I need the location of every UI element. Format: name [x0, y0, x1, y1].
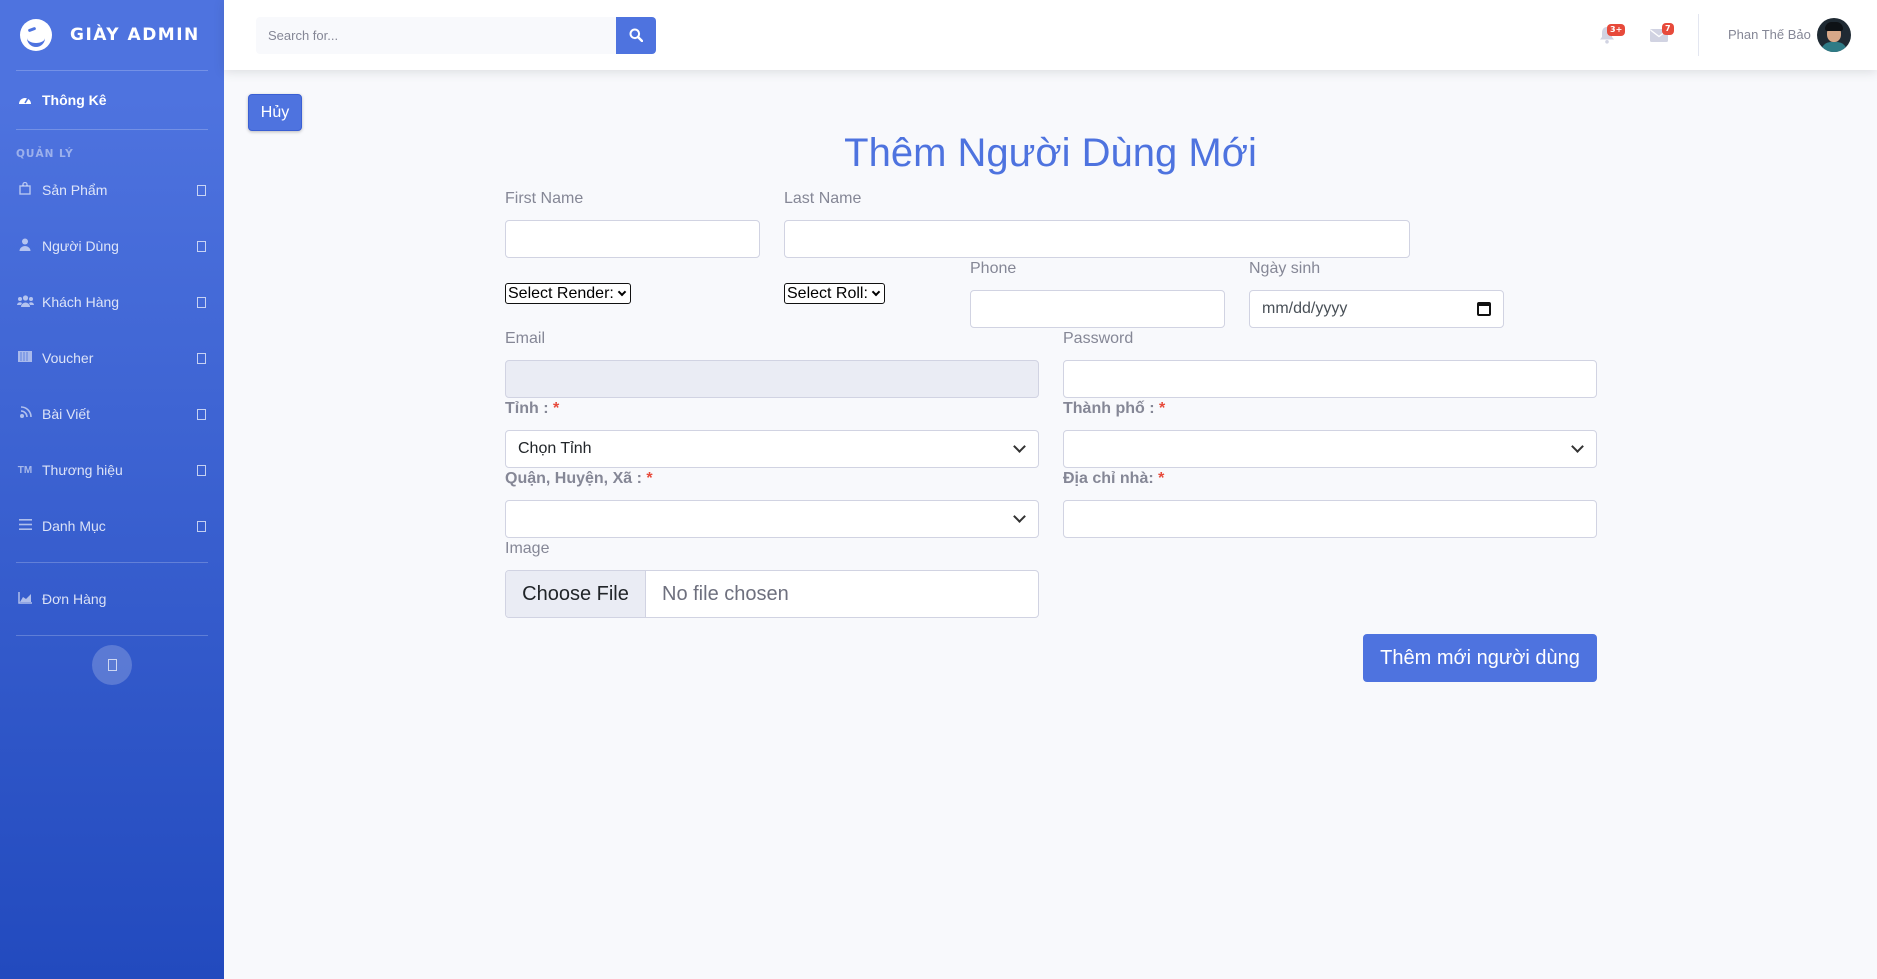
cancel-button[interactable]: Hủy — [248, 94, 302, 131]
users-icon — [16, 294, 34, 310]
district-select[interactable] — [505, 500, 1039, 538]
sidebar-item-label: Người Dùng — [42, 238, 119, 254]
phone-field[interactable] — [970, 290, 1225, 328]
messages-badge: 7 — [1662, 23, 1674, 35]
province-select[interactable]: Chọn Tỉnh — [505, 430, 1039, 468]
brand[interactable]: GIÀY ADMIN — [0, 0, 224, 70]
sidebar-item-voucher[interactable]: Voucher — [0, 330, 224, 386]
image-file-input[interactable]: Choose File No file chosen — [505, 570, 1039, 618]
laugh-wink-icon — [20, 19, 52, 51]
chevron-down-icon — [871, 287, 881, 296]
address-label: Địa chỉ nhà: * — [1063, 470, 1165, 487]
sidebar-item-posts[interactable]: Bài Viết — [0, 386, 224, 442]
first-name-label: First Name — [505, 190, 584, 207]
page-title: Thêm Người Dùng Mới — [844, 131, 1257, 175]
user-name[interactable]: Phan Thế Bảo — [1728, 27, 1811, 42]
alerts-badge: 3+ — [1607, 24, 1626, 36]
city-label: Thành phố : * — [1063, 400, 1166, 417]
list-icon — [16, 519, 34, 533]
alerts-dropdown[interactable]: 3+ — [1597, 24, 1626, 46]
topbar: 3+ 7 Phan Thế Bảo — [224, 0, 1877, 70]
file-status: No file chosen — [662, 582, 789, 605]
role-select[interactable]: Select Roll: — [784, 283, 885, 304]
search-input[interactable] — [256, 17, 616, 54]
chart-area-icon — [16, 591, 34, 607]
choose-file-button[interactable]: Choose File — [506, 571, 646, 617]
role-select-value: Select Roll: — [787, 284, 868, 302]
password-label: Password — [1063, 330, 1134, 347]
sidebar-item-label: Bài Viết — [42, 406, 90, 422]
search-icon — [629, 28, 643, 42]
sidebar-item-label: Thông Kê — [42, 92, 107, 108]
sidebar-item-label: Sản Phẩm — [42, 182, 108, 198]
email-field[interactable] — [505, 360, 1039, 398]
address-field[interactable] — [1063, 500, 1597, 538]
chevron-down-icon — [1013, 440, 1026, 453]
trademark-icon: TM — [17, 464, 33, 476]
expand-icon — [197, 465, 206, 476]
brand-name: GIÀY ADMIN — [70, 25, 200, 45]
sidebar-item-categories[interactable]: Danh Mục — [0, 498, 224, 554]
email-label: Email — [505, 330, 546, 347]
district-label: Quận, Huyện, Xã : * — [505, 470, 653, 487]
birthday-label: Ngày sinh — [1249, 260, 1321, 277]
sidebar-item-label: Đơn Hàng — [42, 591, 107, 607]
chevron-down-icon — [617, 287, 627, 296]
add-user-button[interactable]: Thêm mới người dùng — [1363, 634, 1597, 682]
password-field[interactable] — [1063, 360, 1597, 398]
sidebar-item-customers[interactable]: Khách Hàng — [0, 274, 224, 330]
sidebar-item-orders[interactable]: Đơn Hàng — [0, 563, 224, 635]
image-label: Image — [505, 540, 550, 557]
chevron-down-icon — [1013, 510, 1026, 523]
search-button[interactable] — [616, 17, 656, 54]
barcode-icon — [16, 351, 34, 365]
sidebar-item-brands[interactable]: TM Thương hiệu — [0, 442, 224, 498]
sidebar-item-users[interactable]: Người Dùng — [0, 218, 224, 274]
chevron-down-icon — [1571, 440, 1584, 453]
birthday-field[interactable]: mm/dd/yyyy — [1249, 290, 1504, 328]
expand-icon — [197, 297, 206, 308]
gender-select-value: Select Render: — [508, 284, 614, 302]
expand-icon — [197, 353, 206, 364]
first-name-field[interactable] — [505, 220, 760, 258]
avatar[interactable] — [1817, 18, 1851, 52]
province-select-value: Chọn Tỉnh — [518, 440, 592, 457]
expand-icon — [197, 185, 206, 196]
calendar-icon[interactable] — [1477, 302, 1491, 316]
last-name-label: Last Name — [784, 190, 862, 207]
sidebar-divider — [16, 635, 208, 636]
sidebar-item-label: Danh Mục — [42, 518, 106, 534]
gender-select[interactable]: Select Render: — [505, 283, 631, 304]
last-name-field[interactable] — [784, 220, 1410, 258]
birthday-placeholder: mm/dd/yyyy — [1262, 300, 1348, 317]
expand-icon — [197, 409, 206, 420]
sidebar-item-dashboard[interactable]: Thông Kê — [0, 71, 224, 129]
blog-icon — [16, 406, 34, 422]
city-select[interactable] — [1063, 430, 1597, 468]
messages-dropdown[interactable]: 7 — [1648, 23, 1674, 44]
sidebar-item-label: Thương hiệu — [42, 462, 123, 478]
bag-icon — [16, 181, 34, 198]
tachometer-icon — [16, 93, 34, 108]
topbar-divider — [1698, 14, 1699, 56]
sidebar-item-label: Voucher — [42, 350, 94, 366]
sidebar-toggle-button[interactable] — [92, 645, 132, 685]
phone-label: Phone — [970, 260, 1017, 277]
expand-icon — [197, 521, 206, 532]
expand-icon — [197, 241, 206, 252]
province-label: Tỉnh : * — [505, 400, 560, 417]
sidebar-item-label: Khách Hàng — [42, 294, 120, 310]
user-icon — [16, 238, 34, 254]
